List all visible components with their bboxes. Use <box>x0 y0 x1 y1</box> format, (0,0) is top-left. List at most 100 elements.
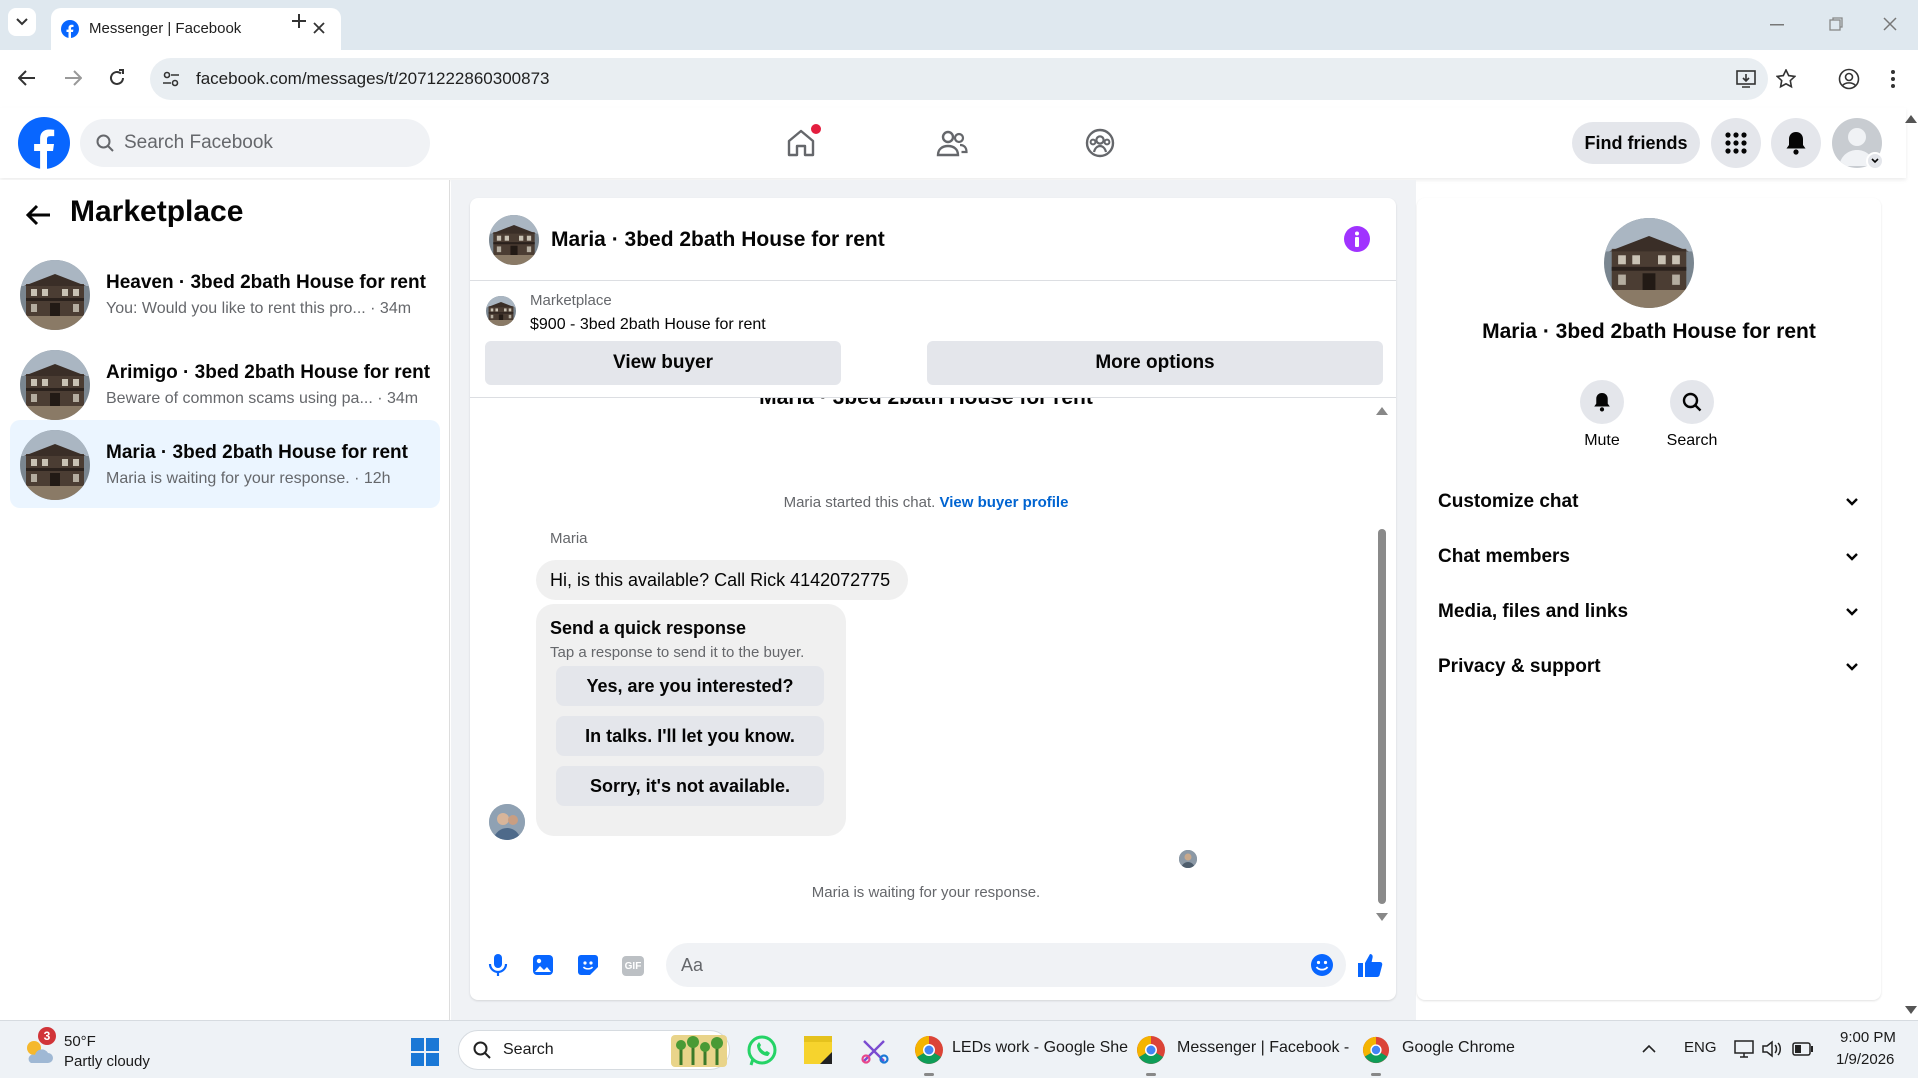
conversation-item[interactable]: Heaven · 3bed 2bath House for rent You: … <box>10 250 440 338</box>
info-icon[interactable] <box>1344 226 1370 252</box>
customize-chat-section[interactable]: Customize chat <box>1438 482 1858 522</box>
find-friends-label: Find friends <box>1584 132 1688 153</box>
bell-icon <box>1594 393 1610 412</box>
search-in-chat-button[interactable] <box>1670 380 1714 424</box>
restore-icon[interactable] <box>1829 17 1843 31</box>
site-info-icon[interactable] <box>162 70 180 88</box>
page-scroll-down-icon[interactable] <box>1905 1006 1917 1014</box>
battery-icon[interactable] <box>1792 1042 1814 1056</box>
listing-thumbnail <box>20 350 90 420</box>
view-buyer-label: View buyer <box>613 352 713 373</box>
section-label: Media, files and links <box>1438 601 1629 622</box>
taskbar-app-label[interactable]: Google Chrome <box>1402 1039 1515 1057</box>
microphone-icon[interactable] <box>488 953 508 977</box>
close-window-icon[interactable] <box>1883 17 1897 31</box>
forward-icon[interactable] <box>64 70 82 86</box>
reload-icon[interactable] <box>108 69 126 87</box>
taskbar-active-indicator <box>1371 1073 1381 1076</box>
gif-icon[interactable]: GIF <box>622 956 644 976</box>
volume-icon[interactable] <box>1762 1040 1782 1058</box>
browser-tab-bar: Messenger | Facebook <box>0 0 1918 50</box>
show-hidden-icons-chevron-icon[interactable] <box>1642 1045 1656 1053</box>
chat-members-section[interactable]: Chat members <box>1438 537 1858 577</box>
photo-icon[interactable] <box>532 954 554 976</box>
read-receipt-avatar <box>1179 850 1197 868</box>
whatsapp-icon[interactable] <box>746 1035 778 1067</box>
page-scroll-up-icon[interactable] <box>1905 115 1917 123</box>
network-icon[interactable] <box>1734 1040 1754 1058</box>
new-tab-icon[interactable] <box>291 13 307 29</box>
weather-badge-count: 3 <box>43 1029 51 1043</box>
taskbar-app-label[interactable]: LEDs work - Google She <box>952 1039 1128 1057</box>
chrome-profile-icon[interactable] <box>914 1035 944 1065</box>
like-icon[interactable] <box>1357 952 1383 978</box>
message-input[interactable]: Aa <box>666 943 1346 987</box>
privacy-support-section[interactable]: Privacy & support <box>1438 647 1858 687</box>
conversation-title: Arimigo · 3bed 2bath House for rent <box>106 362 431 383</box>
install-app-icon[interactable] <box>1736 69 1756 89</box>
conversation-preview: Maria is waiting for your response. · 12… <box>106 470 391 487</box>
browser-menu-icon[interactable] <box>1890 69 1896 89</box>
clock-date[interactable]: 1/9/2026 <box>1836 1051 1894 1068</box>
find-friends-button[interactable]: Find friends <box>1572 122 1700 164</box>
waiting-text: Maria is waiting for your response. <box>811 884 1041 901</box>
chat-scrollbar-thumb[interactable] <box>1378 529 1386 904</box>
chrome-profile-icon[interactable] <box>1136 1035 1166 1065</box>
taskbar-app-label[interactable]: Messenger | Facebook - <box>1177 1039 1349 1057</box>
clock-time[interactable]: 9:00 PM <box>1840 1029 1896 1046</box>
tab-list-button[interactable] <box>8 8 36 36</box>
quick-response-talks-button[interactable]: In talks. I'll let you know. <box>556 716 824 756</box>
sticker-icon[interactable] <box>577 954 599 976</box>
chat-scroll-down-icon[interactable] <box>1376 913 1388 921</box>
language-indicator[interactable]: ENG <box>1684 1039 1717 1056</box>
mute-button[interactable] <box>1580 380 1624 424</box>
account-menu-chevron[interactable] <box>1866 152 1884 170</box>
section-label: Chat members <box>1438 546 1570 567</box>
chevron-down-icon <box>1846 663 1858 671</box>
search-label: Search <box>1666 432 1718 449</box>
bookmark-star-icon[interactable] <box>1776 69 1796 89</box>
taskbar-search[interactable]: Search <box>458 1030 730 1070</box>
quick-response-unavailable-button[interactable]: Sorry, it's not available. <box>556 766 824 806</box>
more-options-button[interactable]: More options <box>927 341 1383 385</box>
quick-response-yes-button[interactable]: Yes, are you interested? <box>556 666 824 706</box>
friends-icon[interactable] <box>936 129 968 157</box>
facebook-search-box[interactable]: Search Facebook <box>80 119 430 167</box>
emoji-icon[interactable] <box>1310 953 1334 977</box>
chat-scroll-up-icon[interactable] <box>1376 407 1388 415</box>
view-buyer-profile-link[interactable]: View buyer profile <box>939 494 1068 511</box>
listing-thumbnail-small[interactable] <box>486 296 516 326</box>
conversation-item[interactable]: Arimigo · 3bed 2bath House for rent Bewa… <box>10 340 440 428</box>
details-thumbnail[interactable] <box>1604 218 1694 308</box>
close-tab-icon[interactable] <box>313 22 325 34</box>
conversation-item-active[interactable]: Maria · 3bed 2bath House for rent Maria … <box>10 420 440 508</box>
address-bar[interactable]: facebook.com/messages/t/2071222860300873 <box>150 58 1768 100</box>
mute-label: Mute <box>1584 432 1620 449</box>
listing-line[interactable]: $900 - 3bed 2bath House for rent <box>530 316 766 334</box>
profile-icon[interactable] <box>1838 68 1860 90</box>
minimize-icon[interactable] <box>1770 24 1784 26</box>
sender-avatar[interactable] <box>489 804 525 840</box>
weather-widget[interactable]: 3 50°F Partly cloudy <box>18 1027 178 1075</box>
search-icon <box>473 1041 491 1059</box>
menu-button[interactable] <box>1711 118 1761 168</box>
chat-intro-title: Maria · 3bed 2bath House for rent <box>470 398 1382 410</box>
chevron-down-icon <box>1846 498 1858 506</box>
notifications-button[interactable] <box>1771 118 1821 168</box>
sticky-notes-icon[interactable] <box>804 1036 832 1064</box>
message-bubble[interactable]: Hi, is this available? Call Rick 4142072… <box>536 560 908 600</box>
groups-icon[interactable] <box>1085 128 1115 158</box>
chat-title[interactable]: Maria · 3bed 2bath House for rent <box>551 228 885 252</box>
facebook-logo-icon[interactable] <box>18 117 70 169</box>
snipping-tool-icon[interactable] <box>860 1035 890 1065</box>
view-buyer-button[interactable]: View buyer <box>485 341 841 385</box>
windows-start-icon[interactable] <box>411 1038 439 1066</box>
listing-thumbnail <box>20 260 90 330</box>
home-notification-dot <box>811 124 821 134</box>
chat-header-thumbnail[interactable] <box>489 215 539 265</box>
media-files-links-section[interactable]: Media, files and links <box>1438 592 1858 632</box>
chevron-down-icon <box>1846 608 1858 616</box>
back-icon[interactable] <box>18 70 36 86</box>
back-arrow-icon[interactable] <box>26 204 52 226</box>
chrome-icon[interactable] <box>1362 1036 1390 1064</box>
